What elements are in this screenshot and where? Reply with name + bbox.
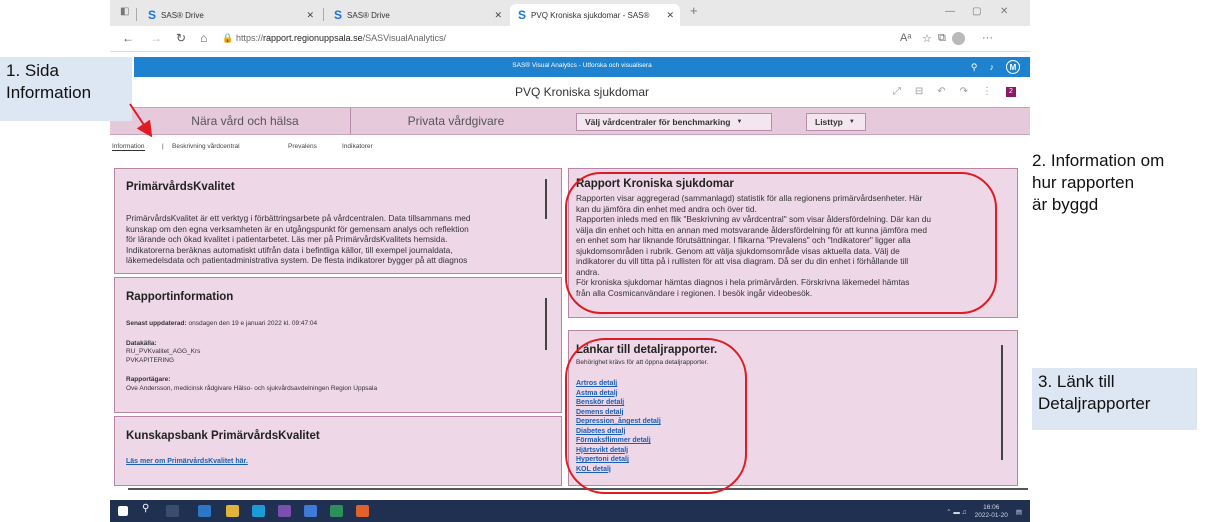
annotation-2: 2. Information om hur rapporten är byggd bbox=[1032, 151, 1165, 214]
teams-icon[interactable] bbox=[278, 505, 291, 517]
tray-icons[interactable]: ⌃ ▬ ♫ bbox=[946, 508, 966, 516]
clock[interactable]: 16:06 2022-01-20 bbox=[975, 504, 1008, 520]
system-tray: ⌃ ▬ ♫ 16:06 2022-01-20 ▤ bbox=[946, 504, 1022, 520]
highlight-ellipse-info bbox=[565, 172, 997, 314]
annotation-3: 3. Länk till Detaljrapporter bbox=[1032, 368, 1197, 430]
windows-start-icon[interactable] bbox=[118, 506, 128, 516]
windows-taskbar: ⚲ ⌃ ▬ ♫ 16:06 2022-01-20 ▤ bbox=[110, 500, 1030, 522]
file-explorer-icon[interactable] bbox=[226, 505, 239, 517]
app-icon[interactable] bbox=[330, 505, 343, 517]
notifications-icon[interactable]: ▤ bbox=[1016, 508, 1022, 516]
search-icon[interactable]: ⚲ bbox=[142, 503, 155, 515]
edge-icon[interactable] bbox=[252, 505, 265, 517]
app-icon[interactable] bbox=[304, 505, 317, 517]
screenshot-root: ◧ S SAS® Drive ✕ S SAS® Drive ✕ S PVQ Kr… bbox=[0, 0, 1205, 522]
app-icon[interactable] bbox=[198, 505, 211, 517]
highlight-ellipse-links bbox=[565, 338, 747, 494]
task-view-icon[interactable] bbox=[166, 505, 179, 517]
app-icon[interactable] bbox=[356, 505, 369, 517]
